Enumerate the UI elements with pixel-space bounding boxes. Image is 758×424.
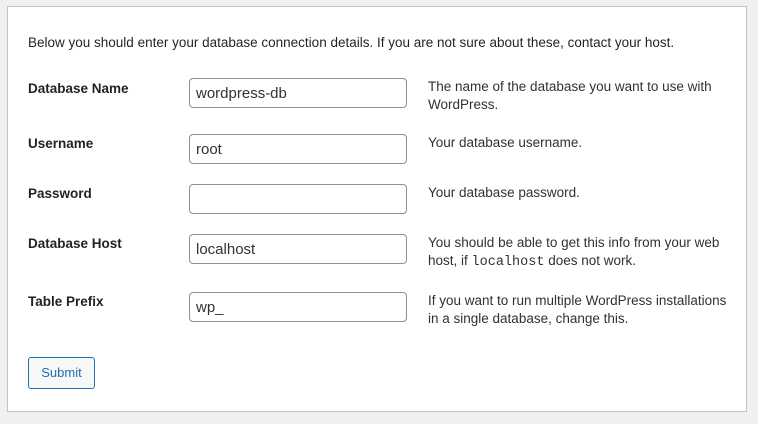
table-prefix-label: Table Prefix	[28, 294, 104, 309]
password-input[interactable]	[189, 184, 407, 214]
password-description: Your database password.	[428, 185, 580, 200]
username-description: Your database username.	[428, 135, 583, 150]
table-prefix-description: If you want to run multiple WordPress in…	[428, 293, 727, 326]
intro-text: Below you should enter your database con…	[28, 35, 675, 50]
password-label: Password	[28, 186, 92, 201]
username-input[interactable]	[189, 134, 407, 164]
username-label: Username	[28, 136, 94, 151]
database-host-description-after: does not work.	[544, 253, 636, 268]
table-prefix-input[interactable]	[189, 292, 407, 322]
database-host-label: Database Host	[28, 236, 122, 251]
database-name-label: Database Name	[28, 81, 129, 96]
setup-config-panel: Below you should enter your database con…	[7, 6, 747, 412]
database-host-input[interactable]	[189, 234, 407, 264]
localhost-code: localhost	[471, 255, 545, 270]
submit-button[interactable]: Submit	[28, 357, 95, 389]
database-name-description: The name of the database you want to use…	[428, 79, 712, 112]
database-host-description: You should be able to get this info from…	[428, 234, 728, 272]
database-name-input[interactable]	[189, 78, 407, 108]
